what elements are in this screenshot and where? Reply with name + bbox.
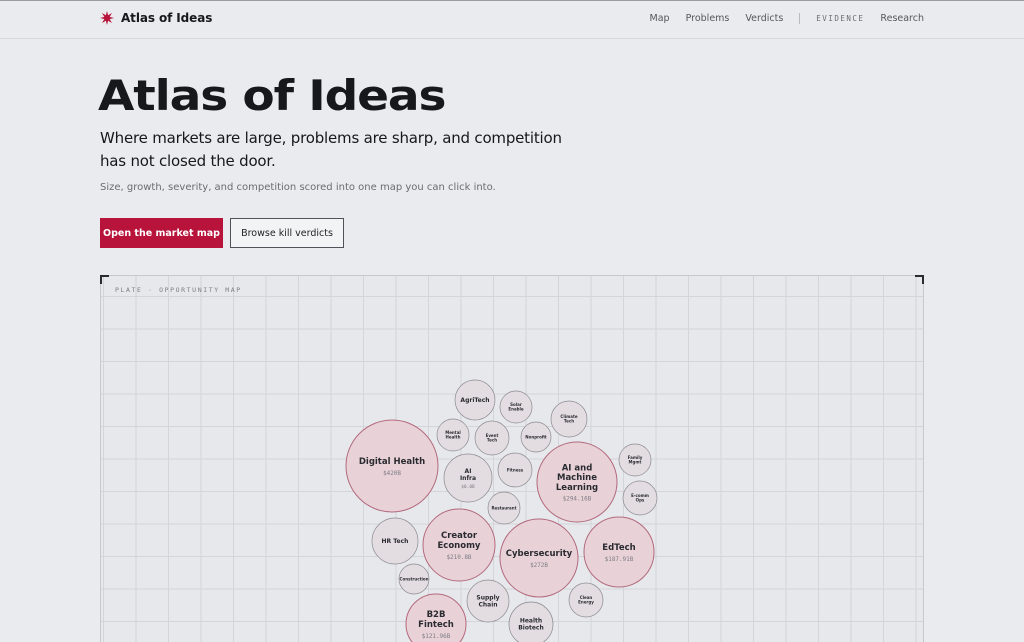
nav-link-map[interactable]: Map [650,13,670,24]
bubble-restaurant[interactable]: Restaurant [487,491,521,525]
bubble-label: Construction [400,576,429,581]
bubble-nonprofit[interactable]: Nonprofit [520,421,552,453]
star-burst-icon [100,11,114,25]
bubble-cybersecurity[interactable]: Cybersecurity $272B [499,518,579,598]
bubble-label: Event Tech [486,433,499,443]
bubble-market-size: $420B [383,470,401,477]
bubble-digital-health[interactable]: Digital Health $420B [345,419,439,513]
bubble-market-size: $294.16B [563,496,592,503]
bubble-health-biotech[interactable]: Health Biotech [508,601,554,642]
browse-kill-verdicts-button[interactable]: Browse kill verdicts [230,218,344,248]
bubble-label: Clean Energy [578,595,594,605]
hero-description: Size, growth, severity, and competition … [100,182,496,193]
bubble-ai-infra[interactable]: AI Infra$0.0B [443,453,493,503]
bubble-construction[interactable]: Construction [398,563,430,595]
bubble-label: Cybersecurity [506,549,573,559]
bubble-market-size: $0.0B [461,484,475,490]
bubble-family-mgmt[interactable]: Family Mgmt [618,443,652,477]
bubble-label: Creator Economy [438,531,481,551]
bubble-label: Nonprofit [525,434,546,439]
bubble-e-comm-ops[interactable]: E-comm Ops [622,480,658,516]
bubble-event-tech[interactable]: Event Tech [474,420,510,456]
bubble-market-size: $187.91B [605,556,634,563]
bubble-clean-energy[interactable]: Clean Energy [568,582,604,618]
bubble-label: Mental Health [445,430,461,440]
hero-subtitle: Where markets are large, problems are sh… [100,129,562,170]
bubble-market-size: $272B [530,562,548,569]
nav-links: Map Problems Verdicts EVIDENCE Research [634,13,924,24]
bubble-label: Family Mgmt [628,455,643,465]
bubble-label: Restaurant [491,505,516,510]
plate-corner-top-left [100,275,109,284]
plate-corner-top-right [915,275,924,284]
bubble-agritech[interactable]: AgriTech [454,379,496,421]
bubble-map: AgriTech Solar Enable Climate Tech Mental Heal… [345,379,658,642]
nav-link-research[interactable]: Research [880,13,924,24]
bubble-b2b-fintech[interactable]: B2B Fintech$121.96B [405,593,467,642]
bubble-solar-enable[interactable]: Solar Enable [499,390,533,424]
bubble-label: EdTech [602,543,635,553]
bubble-market-size: $210.8B [446,554,471,561]
bubble-label: Solar Enable [508,402,524,412]
bubble-supply-chain[interactable]: Supply Chain [466,579,510,623]
nav-link-problems[interactable]: Problems [686,13,730,24]
open-market-map-button[interactable]: Open the market map [100,218,223,248]
bubble-climate-tech[interactable]: Climate Tech [550,400,588,438]
bubble-market-size: $121.96B [422,633,451,640]
bubble-creator-economy[interactable]: Creator Economy $210.8B [422,508,496,582]
nav-divider [799,13,801,24]
bubble-ai-and-machine-learning[interactable]: AI and Machine Learning $294.16B [536,441,618,523]
nav-link-verdicts[interactable]: Verdicts [745,13,783,24]
brand-name: Atlas of Ideas [121,11,213,25]
bubble-label: Health Biotech [518,618,544,632]
bubble-label: AI and Machine Learning [556,463,598,493]
bubble-label: AgriTech [460,397,489,404]
bubble-label: HR Tech [382,538,409,545]
bubble-label: Supply Chain [476,595,499,609]
bubble-fitness[interactable]: Fitness [497,452,533,488]
bubble-mental-health[interactable]: Mental Health [436,418,470,452]
nav-link-evidence[interactable]: EVIDENCE [816,14,864,23]
brand-logo[interactable]: Atlas of Ideas [100,11,212,25]
bubble-hr-tech[interactable]: HR Tech [371,517,419,565]
top-nav: Atlas of Ideas Map Problems Verdicts EVI… [0,1,1024,39]
bubble-label: Fitness [507,467,524,472]
opportunity-map-plate: PLATE · OPPORTUNITY MAP AgriTech Solar Ena… [100,275,924,642]
bubble-edtech[interactable]: EdTech $187.91B [583,516,655,588]
page-title: Atlas of Ideas [98,71,447,120]
bubble-label: Digital Health [359,457,425,467]
